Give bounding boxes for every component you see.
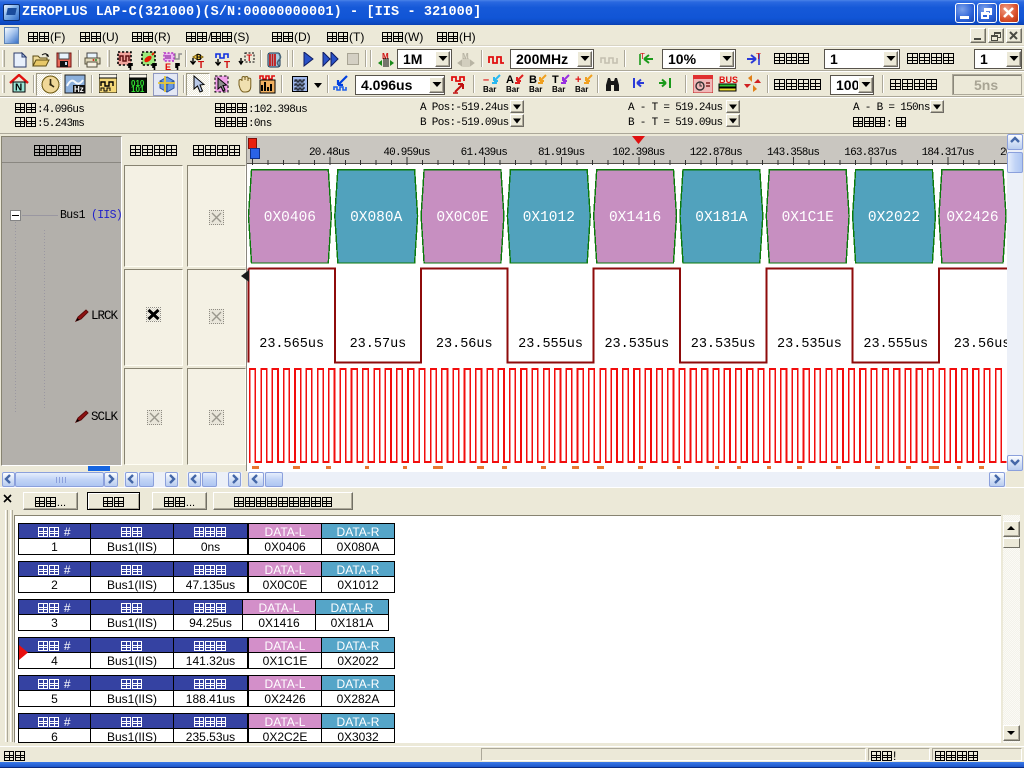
svg-text:23.555us: 23.555us xyxy=(518,337,583,352)
svg-text:23.535us: 23.535us xyxy=(691,337,756,352)
svg-text:N: N xyxy=(15,83,22,94)
svg-text:23.57us: 23.57us xyxy=(350,337,407,352)
svg-text:23.56us: 23.56us xyxy=(436,337,493,352)
svg-text:101: 101 xyxy=(131,85,145,93)
svg-text:T: T xyxy=(247,53,253,63)
svg-text:T: T xyxy=(640,52,645,61)
svg-text:23.535us: 23.535us xyxy=(604,337,669,352)
svg-text:23.565us: 23.565us xyxy=(259,337,324,352)
svg-text:23.555us: 23.555us xyxy=(863,337,928,352)
svg-text:E: E xyxy=(165,62,171,70)
svg-text:23.535us: 23.535us xyxy=(777,337,842,352)
svg-text:T: T xyxy=(756,52,761,61)
svg-text:T: T xyxy=(198,60,204,69)
svg-text:23.56us: 23.56us xyxy=(954,337,1007,352)
svg-text:T: T xyxy=(224,60,230,69)
svg-text:Hz: Hz xyxy=(74,85,84,94)
